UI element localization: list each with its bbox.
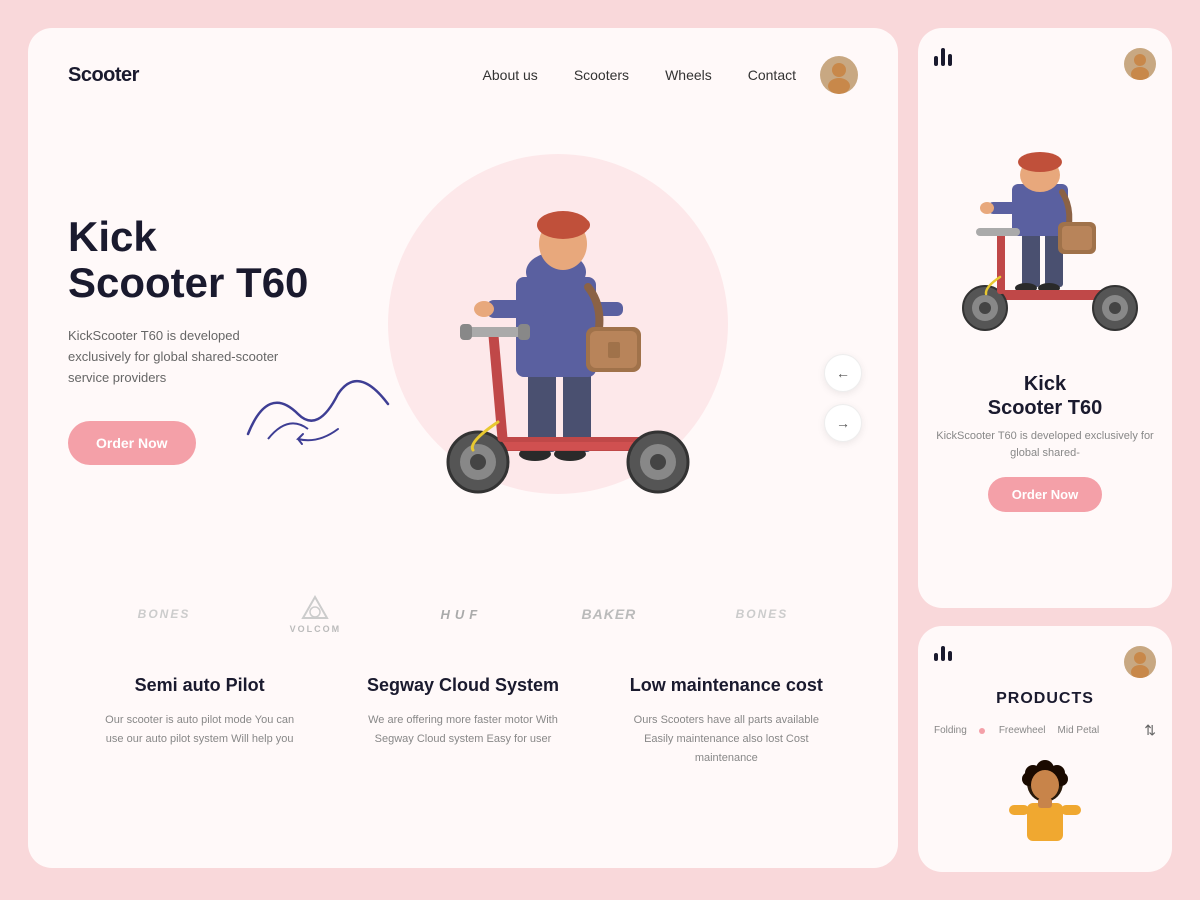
products-tabs: Folding Freewheel Mid Petal ⇅ bbox=[934, 722, 1156, 739]
hero-title: Kick Scooter T60 bbox=[68, 214, 308, 306]
feature-autopilot-desc: Our scooter is auto pilot mode You can u… bbox=[100, 711, 300, 748]
tab-folding[interactable]: Folding bbox=[934, 725, 967, 736]
chart-bars-icon-2 bbox=[934, 646, 952, 661]
right-user-avatar[interactable] bbox=[1124, 48, 1156, 80]
nav-link-wheels[interactable]: Wheels bbox=[665, 67, 712, 83]
brand-huf: HUF bbox=[440, 607, 482, 622]
order-now-button[interactable]: Order Now bbox=[68, 421, 196, 465]
brands-section: BONES VOLCOM HUF BAKER BONES bbox=[28, 594, 898, 634]
navbar: Scooter About us Scooters Wheels Contact bbox=[28, 28, 898, 94]
user-avatar[interactable] bbox=[820, 56, 858, 94]
next-arrow-button[interactable]: → bbox=[824, 404, 862, 442]
brand-bones-2: BONES bbox=[736, 607, 789, 621]
feature-autopilot-title: Semi auto Pilot bbox=[100, 674, 300, 697]
feature-maintenance-desc: Ours Scooters have all parts available E… bbox=[626, 711, 826, 767]
feature-maintenance-title: Low maintenance cost bbox=[626, 674, 826, 697]
nav-links: About us Scooters Wheels Contact bbox=[483, 67, 796, 83]
right-order-now-button[interactable]: Order Now bbox=[988, 477, 1102, 512]
chart-bars-icon bbox=[934, 48, 952, 66]
right-card-top-header bbox=[934, 48, 1156, 80]
feature-autopilot: Semi auto Pilot Our scooter is auto pilo… bbox=[100, 674, 300, 767]
nav-link-contact[interactable]: Contact bbox=[748, 67, 796, 83]
features-section: Semi auto Pilot Our scooter is auto pilo… bbox=[28, 634, 898, 767]
person-standing-illustration bbox=[934, 751, 1156, 851]
right-product-desc: KickScooter T60 is developed exclusively… bbox=[934, 428, 1156, 461]
brand-volcom: VOLCOM bbox=[290, 594, 342, 634]
freewheel-dot bbox=[979, 728, 985, 734]
tab-freewheel[interactable]: Freewheel bbox=[999, 725, 1046, 736]
feature-cloud-title: Segway Cloud System bbox=[363, 674, 563, 697]
brand-bones-1: BONES bbox=[138, 607, 191, 621]
right-scooter-image bbox=[945, 102, 1145, 362]
prev-arrow-button[interactable]: ← bbox=[824, 354, 862, 392]
right-bottom-avatar[interactable] bbox=[1124, 646, 1156, 678]
hero-image bbox=[328, 114, 788, 534]
products-section-title: PRODUCTS bbox=[934, 690, 1156, 708]
feature-cloud: Segway Cloud System We are offering more… bbox=[363, 674, 563, 767]
tab-midpetal[interactable]: Mid Petal bbox=[1058, 725, 1100, 736]
brand-baker: BAKER bbox=[582, 606, 637, 622]
feature-maintenance: Low maintenance cost Ours Scooters have … bbox=[626, 674, 826, 767]
hero-section: Kick Scooter T60 KickScooter T60 is deve… bbox=[28, 94, 898, 554]
scooter-illustration bbox=[368, 132, 748, 517]
right-card-top: Kick Scooter T60 KickScooter T60 is deve… bbox=[918, 28, 1172, 608]
right-bottom-header bbox=[934, 646, 1156, 678]
nav-link-scooters[interactable]: Scooters bbox=[574, 67, 629, 83]
main-card: Scooter About us Scooters Wheels Contact… bbox=[28, 28, 898, 868]
feature-cloud-desc: We are offering more faster motor With S… bbox=[363, 711, 563, 748]
right-card-bottom: PRODUCTS Folding Freewheel Mid Petal ⇅ bbox=[918, 626, 1172, 872]
nav-link-about[interactable]: About us bbox=[483, 67, 538, 83]
hero-text: Kick Scooter T60 KickScooter T60 is deve… bbox=[68, 214, 308, 465]
filter-icon[interactable]: ⇅ bbox=[1144, 722, 1156, 739]
right-product-title: Kick Scooter T60 bbox=[988, 372, 1102, 420]
brand-logo: Scooter bbox=[68, 64, 139, 87]
